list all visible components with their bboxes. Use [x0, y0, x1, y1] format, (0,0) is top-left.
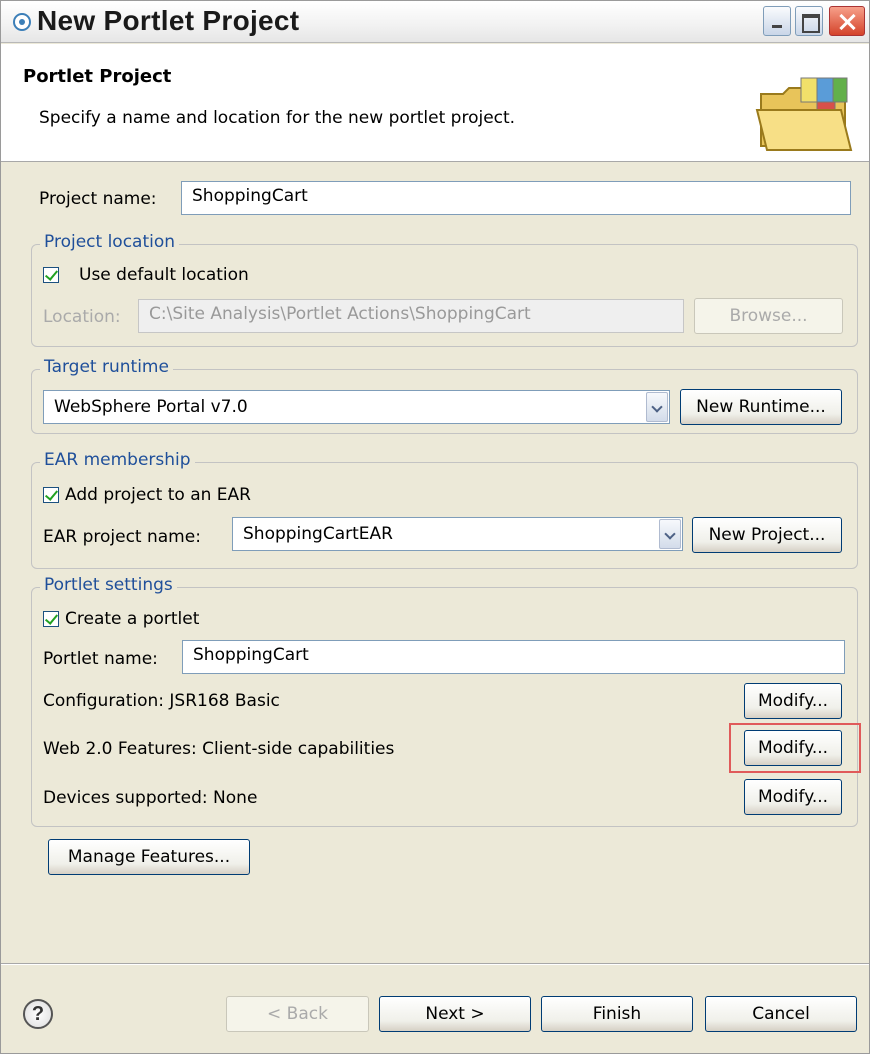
- location-input[interactable]: C:\Site Analysis\Portlet Actions\Shoppin…: [138, 299, 684, 333]
- help-icon[interactable]: ?: [23, 999, 53, 1029]
- banner-title: Portlet Project: [23, 66, 172, 87]
- folder-icon: [755, 77, 853, 151]
- next-button[interactable]: Next >: [379, 996, 531, 1032]
- ear-project-value: ShoppingCartEAR: [243, 524, 393, 544]
- modify-configuration-button[interactable]: Modify...: [744, 683, 842, 719]
- window-title: New Portlet Project: [37, 5, 300, 36]
- chevron-down-icon[interactable]: [646, 392, 668, 422]
- new-project-button[interactable]: New Project...: [692, 517, 842, 553]
- create-portlet-checkbox[interactable]: [43, 611, 59, 627]
- title-bar[interactable]: New Portlet Project: [1, 1, 869, 43]
- highlight-box: [729, 723, 861, 773]
- ear-project-dropdown[interactable]: ShoppingCartEAR: [232, 517, 683, 551]
- new-portlet-project-dialog: New Portlet Project Portlet Project Spec…: [0, 0, 870, 1054]
- close-button[interactable]: [829, 6, 865, 36]
- banner-description: Specify a name and location for the new …: [39, 108, 516, 128]
- project-name-input[interactable]: ShoppingCart: [181, 181, 851, 215]
- footer-separator: [1, 963, 869, 965]
- maximize-button[interactable]: [795, 6, 823, 36]
- wizard-banner: Portlet Project Specify a name and locat…: [1, 44, 869, 162]
- target-runtime-legend: Target runtime: [40, 357, 173, 377]
- project-name-label: Project name:: [39, 189, 157, 209]
- app-icon: [13, 13, 31, 31]
- back-button[interactable]: < Back: [226, 996, 369, 1032]
- cancel-button[interactable]: Cancel: [705, 996, 857, 1032]
- new-runtime-button[interactable]: New Runtime...: [680, 389, 842, 425]
- use-default-location-label: Use default location: [79, 265, 249, 285]
- create-portlet-label: Create a portlet: [65, 609, 200, 629]
- modify-devices-button[interactable]: Modify...: [744, 779, 842, 815]
- chevron-down-icon[interactable]: [659, 519, 681, 549]
- manage-features-button[interactable]: Manage Features...: [48, 839, 250, 875]
- minimize-button[interactable]: [763, 6, 791, 36]
- portlet-settings-legend: Portlet settings: [40, 575, 177, 595]
- location-label: Location:: [43, 307, 121, 327]
- devices-supported-label: Devices supported: None: [43, 788, 258, 808]
- portlet-name-label: Portlet name:: [43, 649, 158, 669]
- target-runtime-value: WebSphere Portal v7.0: [54, 397, 248, 417]
- browse-button[interactable]: Browse...: [694, 298, 843, 334]
- target-runtime-dropdown[interactable]: WebSphere Portal v7.0: [43, 390, 670, 424]
- portlet-name-input[interactable]: ShoppingCart: [182, 640, 845, 674]
- ear-project-name-label: EAR project name:: [43, 527, 201, 547]
- ear-membership-legend: EAR membership: [40, 450, 195, 470]
- use-default-location-checkbox[interactable]: [43, 267, 59, 283]
- finish-button[interactable]: Finish: [541, 996, 693, 1032]
- project-location-legend: Project location: [40, 232, 180, 252]
- web20-features-label: Web 2.0 Features: Client-side capabiliti…: [43, 739, 395, 759]
- configuration-label: Configuration: JSR168 Basic: [43, 691, 280, 711]
- add-to-ear-checkbox[interactable]: [43, 487, 59, 503]
- add-to-ear-label: Add project to an EAR: [65, 485, 251, 505]
